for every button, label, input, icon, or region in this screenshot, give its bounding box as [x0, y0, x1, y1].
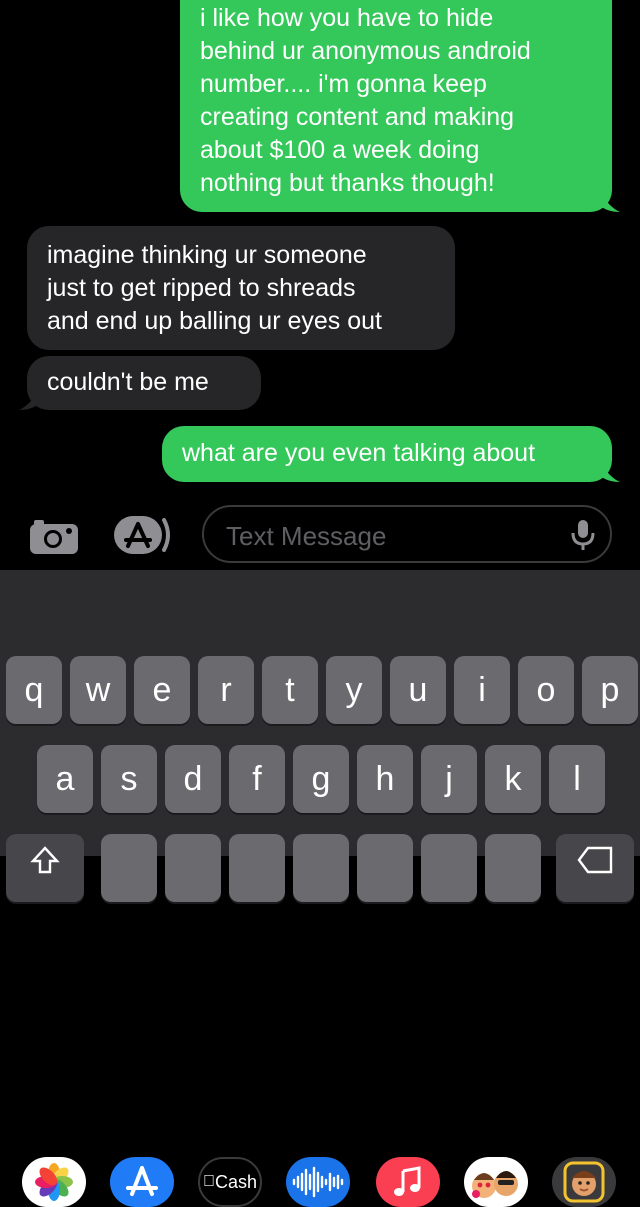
memoji-app-button[interactable] [552, 1157, 616, 1207]
key-w[interactable]: w [70, 656, 126, 724]
key-l[interactable]: l [549, 745, 605, 813]
audio-message-app-button[interactable] [286, 1157, 350, 1207]
memoji-icon [563, 1161, 605, 1203]
message-line: couldn't be me [47, 368, 209, 396]
message-line: imagine thinking ur someone [47, 241, 367, 269]
key-b[interactable] [357, 834, 413, 902]
text-message-input[interactable] [224, 517, 558, 555]
sent-message-bubble[interactable]: what are you even talking about [162, 426, 620, 482]
shift-icon [30, 846, 60, 874]
apple-cash-app-button[interactable]:  Cash [198, 1157, 262, 1207]
message-line: number.... i'm gonna keep [200, 70, 487, 98]
key-t[interactable]: t [262, 656, 318, 724]
app-store-icon [126, 1166, 158, 1196]
app-store-app-button[interactable] [110, 1157, 174, 1207]
received-message-bubble[interactable]: imagine thinking ur someone just to get … [27, 226, 455, 350]
message-line: and end up balling ur eyes out [47, 307, 382, 335]
key-r[interactable]: r [198, 656, 254, 724]
key-y[interactable]: y [326, 656, 382, 724]
key-a[interactable]: a [37, 745, 93, 813]
memoji-stickers-icon [472, 1171, 518, 1198]
key-q[interactable]: q [6, 656, 62, 724]
key-z[interactable] [101, 834, 157, 902]
memoji-stickers-app-button[interactable] [464, 1157, 528, 1207]
key-x[interactable] [165, 834, 221, 902]
key-u[interactable]: u [390, 656, 446, 724]
message-line: i like how you have to hide [200, 4, 494, 32]
sent-message-bubble[interactable]: i like how you have to hide behind ur an… [180, 0, 620, 212]
key-v[interactable] [293, 834, 349, 902]
camera-button[interactable] [28, 516, 80, 556]
message-line: just to get ripped to shreads [47, 274, 356, 302]
received-message-bubble[interactable]: couldn't be me [19, 356, 261, 410]
key-e[interactable]: e [134, 656, 190, 724]
message-line: behind ur anonymous android [200, 37, 531, 65]
key-n[interactable] [421, 834, 477, 902]
message-field[interactable] [202, 505, 612, 563]
key-f[interactable]: f [229, 745, 285, 813]
key-d[interactable]: d [165, 745, 221, 813]
key-o[interactable]: o [518, 656, 574, 724]
message-line: creating content and making [200, 103, 515, 131]
microphone-icon[interactable] [570, 519, 596, 551]
app-store-icon [114, 516, 170, 554]
camera-icon [30, 520, 78, 554]
key-g[interactable]: g [293, 745, 349, 813]
key-p[interactable]: p [582, 656, 638, 724]
key-s[interactable]: s [101, 745, 157, 813]
message-line: about $100 a week doing [200, 136, 480, 164]
key-m[interactable] [485, 834, 541, 902]
message-line: what are you even talking about [182, 439, 536, 467]
bubble-tail [598, 190, 620, 212]
app-drawer:  Cash [0, 570, 640, 1207]
key-i[interactable]: i [454, 656, 510, 724]
bubble-tail [19, 388, 41, 410]
photos-app-button[interactable] [22, 1157, 86, 1207]
music-app-button[interactable] [376, 1157, 440, 1207]
delete-icon [577, 846, 613, 874]
key-h[interactable]: h [357, 745, 413, 813]
key-j[interactable]: j [421, 745, 477, 813]
cash-label: Cash [208, 1171, 257, 1192]
key-k[interactable]: k [485, 745, 541, 813]
music-note-icon [394, 1166, 421, 1196]
apple-icon:  [203, 1173, 215, 1191]
message-line: nothing but thanks though! [200, 169, 495, 197]
photos-icon [35, 1163, 73, 1201]
bubble-tail [598, 460, 620, 482]
message-thread: i like how you have to hide behind ur an… [0, 0, 640, 500]
delete-key[interactable] [556, 834, 634, 902]
key-c[interactable] [229, 834, 285, 902]
audio-waveform-icon [292, 1166, 344, 1198]
apps-button[interactable] [112, 514, 174, 556]
shift-key[interactable] [6, 834, 84, 902]
